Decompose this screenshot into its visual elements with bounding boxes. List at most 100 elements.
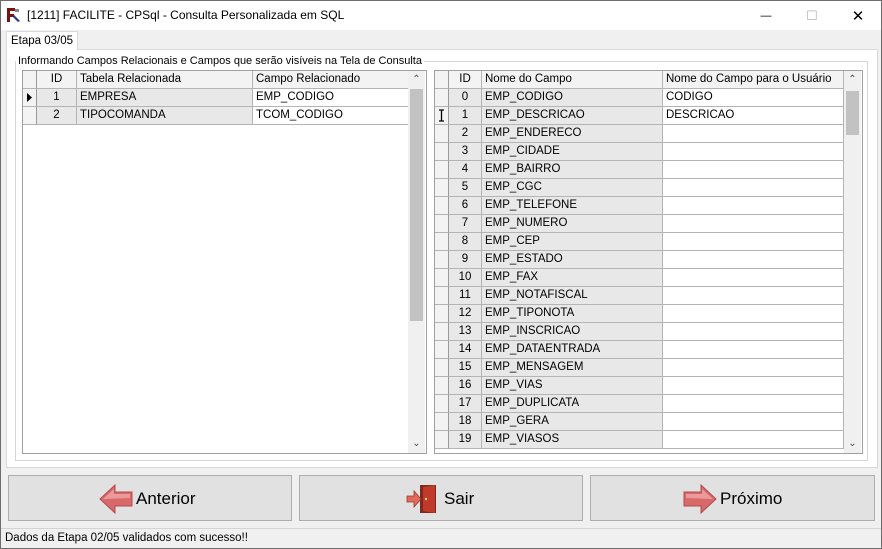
maximize-button[interactable]: ☐ xyxy=(789,1,835,30)
row-indicator[interactable] xyxy=(435,215,449,233)
cell-nome-usuario[interactable] xyxy=(663,197,844,215)
row-indicator[interactable] xyxy=(435,233,449,251)
close-button[interactable]: ✕ xyxy=(835,1,881,30)
table-row[interactable]: 10 EMP_FAX xyxy=(435,269,844,287)
table-row[interactable]: 1 EMPRESA EMP_CODIGO xyxy=(23,89,409,107)
table-row[interactable]: 18 EMP_GERA xyxy=(435,413,844,431)
cell-id[interactable]: 6 xyxy=(449,197,482,215)
row-indicator[interactable] xyxy=(435,269,449,287)
cell-id[interactable]: 13 xyxy=(449,323,482,341)
cell-nome-campo[interactable]: EMP_CIDADE xyxy=(482,143,663,161)
cell-id[interactable]: 5 xyxy=(449,179,482,197)
cell-nome-campo[interactable]: EMP_NUMERO xyxy=(482,215,663,233)
cell-nome-campo[interactable]: EMP_NOTAFISCAL xyxy=(482,287,663,305)
table-row[interactable]: 12 EMP_TIPONOTA xyxy=(435,305,844,323)
cell-nome-usuario[interactable] xyxy=(663,161,844,179)
cell-nome-usuario[interactable] xyxy=(663,125,844,143)
cell-id[interactable]: 9 xyxy=(449,251,482,269)
table-row[interactable]: 19 EMP_VIASOS xyxy=(435,431,844,449)
left-header-tabela[interactable]: Tabela Relacionada xyxy=(77,71,253,89)
right-header-usuario[interactable]: Nome do Campo para o Usuário xyxy=(663,71,844,89)
row-indicator[interactable] xyxy=(435,305,449,323)
cell-nome-campo[interactable]: EMP_DATAENTRADA xyxy=(482,341,663,359)
cell-campo[interactable]: TCOM_CODIGO xyxy=(253,107,409,125)
right-header-campo[interactable]: Nome do Campo xyxy=(482,71,663,89)
cell-id[interactable]: 17 xyxy=(449,395,482,413)
row-indicator[interactable] xyxy=(435,287,449,305)
relational-fields-grid[interactable]: ID Tabela Relacionada Campo Relacionado … xyxy=(22,70,427,454)
table-row[interactable]: 8 EMP_CEP xyxy=(435,233,844,251)
cell-nome-campo[interactable]: EMP_FAX xyxy=(482,269,663,287)
table-row[interactable]: 16 EMP_VIAS xyxy=(435,377,844,395)
table-row[interactable]: 0 EMP_CODIGO CODIGO xyxy=(435,89,844,107)
row-indicator[interactable] xyxy=(435,359,449,377)
table-row[interactable]: 17 EMP_DUPLICATA xyxy=(435,395,844,413)
table-row[interactable]: 7 EMP_NUMERO xyxy=(435,215,844,233)
row-indicator[interactable] xyxy=(435,107,449,125)
row-indicator[interactable] xyxy=(435,251,449,269)
cell-nome-campo[interactable]: EMP_DUPLICATA xyxy=(482,395,663,413)
row-indicator[interactable] xyxy=(23,107,37,125)
row-indicator[interactable] xyxy=(435,323,449,341)
cell-id[interactable]: 12 xyxy=(449,305,482,323)
scroll-down-icon[interactable]: ⌄ xyxy=(408,435,425,452)
cell-campo[interactable]: EMP_CODIGO xyxy=(253,89,409,107)
cell-nome-campo[interactable]: EMP_GERA xyxy=(482,413,663,431)
table-row[interactable]: 6 EMP_TELEFONE xyxy=(435,197,844,215)
table-row[interactable]: 5 EMP_CGC xyxy=(435,179,844,197)
cell-nome-usuario[interactable] xyxy=(663,269,844,287)
cell-tabela[interactable]: TIPOCOMANDA xyxy=(77,107,253,125)
row-indicator[interactable] xyxy=(435,341,449,359)
cell-id[interactable]: 15 xyxy=(449,359,482,377)
cell-nome-usuario[interactable] xyxy=(663,251,844,269)
table-row[interactable]: 2 TIPOCOMANDA TCOM_CODIGO xyxy=(23,107,409,125)
cell-nome-usuario[interactable]: CODIGO xyxy=(663,89,844,107)
cell-id[interactable]: 2 xyxy=(449,125,482,143)
row-indicator[interactable] xyxy=(435,143,449,161)
table-row[interactable]: 13 EMP_INSCRICAO xyxy=(435,323,844,341)
row-indicator[interactable] xyxy=(435,125,449,143)
cell-id[interactable]: 0 xyxy=(449,89,482,107)
cell-nome-campo[interactable]: EMP_CGC xyxy=(482,179,663,197)
cell-id[interactable]: 18 xyxy=(449,413,482,431)
scroll-thumb[interactable] xyxy=(410,89,423,321)
cell-nome-campo[interactable]: EMP_ENDERECO xyxy=(482,125,663,143)
table-row[interactable]: 3 EMP_CIDADE xyxy=(435,143,844,161)
cell-id[interactable]: 7 xyxy=(449,215,482,233)
cell-nome-usuario[interactable] xyxy=(663,413,844,431)
row-indicator[interactable] xyxy=(435,161,449,179)
visible-fields-grid[interactable]: ID Nome do Campo Nome do Campo para o Us… xyxy=(434,70,863,454)
cell-nome-campo[interactable]: EMP_CODIGO xyxy=(482,89,663,107)
cell-nome-usuario[interactable] xyxy=(663,233,844,251)
table-row[interactable]: 14 EMP_DATAENTRADA xyxy=(435,341,844,359)
cell-id[interactable]: 2 xyxy=(37,107,77,125)
left-header-campo[interactable]: Campo Relacionado xyxy=(253,71,409,89)
table-row[interactable]: 9 EMP_ESTADO xyxy=(435,251,844,269)
cell-id[interactable]: 8 xyxy=(449,233,482,251)
cell-nome-campo[interactable]: EMP_VIASOS xyxy=(482,431,663,449)
cell-nome-usuario[interactable] xyxy=(663,431,844,449)
left-header-id[interactable]: ID xyxy=(37,71,77,89)
tab-etapa-03[interactable]: Etapa 03/05 xyxy=(6,31,78,50)
row-indicator[interactable] xyxy=(435,395,449,413)
scroll-down-icon[interactable]: ⌄ xyxy=(844,435,861,452)
cell-nome-usuario[interactable] xyxy=(663,377,844,395)
cell-nome-usuario[interactable] xyxy=(663,359,844,377)
cell-nome-campo[interactable]: EMP_CEP xyxy=(482,233,663,251)
cell-tabela[interactable]: EMPRESA xyxy=(77,89,253,107)
cell-nome-usuario[interactable] xyxy=(663,179,844,197)
cell-nome-usuario[interactable] xyxy=(663,323,844,341)
cell-nome-campo[interactable]: EMP_TIPONOTA xyxy=(482,305,663,323)
anterior-button[interactable]: Anterior xyxy=(8,475,292,521)
cell-id[interactable]: 3 xyxy=(449,143,482,161)
cell-nome-campo[interactable]: EMP_TELEFONE xyxy=(482,197,663,215)
cell-nome-campo[interactable]: EMP_VIAS xyxy=(482,377,663,395)
proximo-button[interactable]: Próximo xyxy=(590,475,875,521)
cell-id[interactable]: 16 xyxy=(449,377,482,395)
cell-id[interactable]: 11 xyxy=(449,287,482,305)
cell-nome-usuario[interactable] xyxy=(663,215,844,233)
scroll-thumb[interactable] xyxy=(846,91,859,135)
sair-button[interactable]: Sair xyxy=(299,475,583,521)
cell-id[interactable]: 1 xyxy=(449,107,482,125)
cell-id[interactable]: 10 xyxy=(449,269,482,287)
